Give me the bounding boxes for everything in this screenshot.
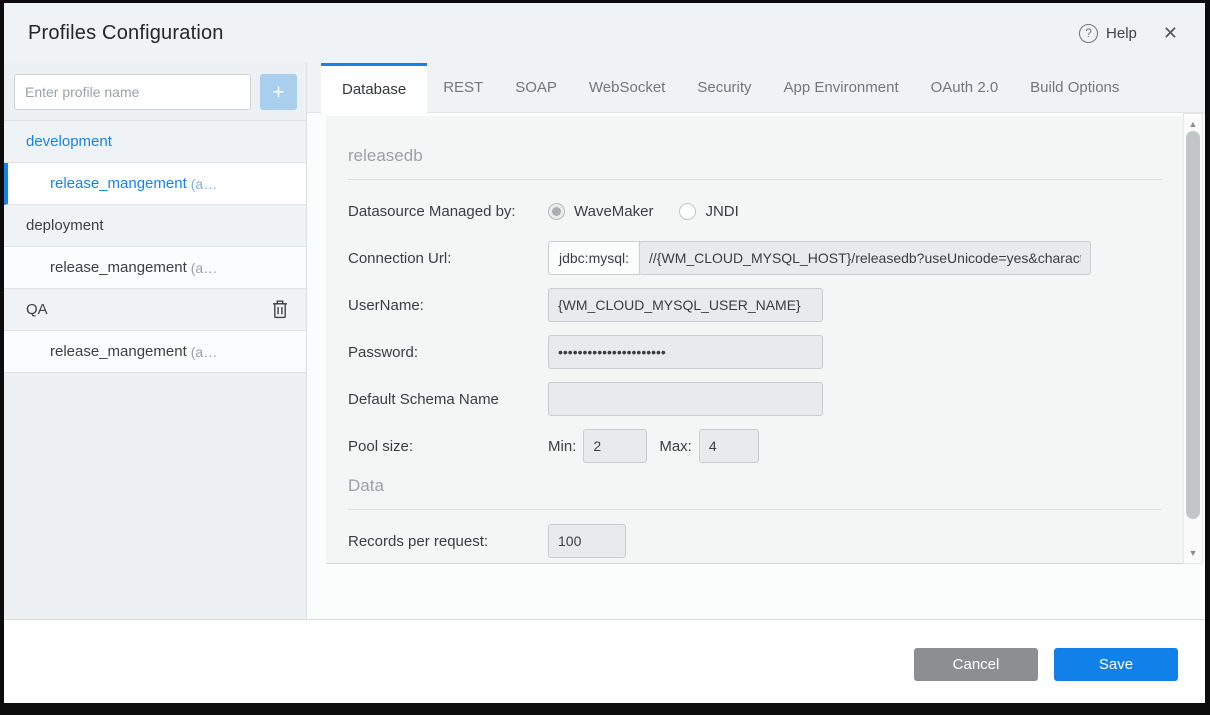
header-actions: ? Help ✕ bbox=[1079, 24, 1178, 43]
connection-url-group: jdbc:mysql: bbox=[548, 241, 1091, 275]
tab-soap[interactable]: SOAP bbox=[499, 63, 573, 112]
records-per-request-input[interactable] bbox=[548, 524, 626, 558]
section-title-data: Data bbox=[348, 476, 1162, 510]
connection-url-input[interactable] bbox=[639, 241, 1091, 275]
section-title-releasedb: releasedb bbox=[348, 146, 1162, 180]
tab-security[interactable]: Security bbox=[681, 63, 767, 112]
profile-search-row: + bbox=[4, 63, 306, 121]
profile-item-suffix: (a… bbox=[191, 260, 217, 276]
profile-item-label: release_mangement bbox=[50, 343, 187, 360]
cancel-button[interactable]: Cancel bbox=[914, 648, 1038, 681]
pool-max-label: Max: bbox=[659, 438, 692, 455]
default-schema-label: Default Schema Name bbox=[348, 391, 548, 408]
connection-url-label: Connection Url: bbox=[348, 250, 548, 267]
scrollbar-thumb[interactable] bbox=[1186, 131, 1200, 519]
profile-name-input[interactable] bbox=[14, 74, 251, 110]
profile-group-label: QA bbox=[26, 301, 48, 318]
pool-max-input[interactable] bbox=[699, 429, 759, 463]
pool-size-label: Pool size: bbox=[348, 438, 548, 455]
tab-oauth[interactable]: OAuth 2.0 bbox=[915, 63, 1015, 112]
records-per-request-row: Records per request: bbox=[348, 524, 1162, 558]
profile-item-label: release_mangement bbox=[50, 259, 187, 276]
help-icon: ? bbox=[1079, 24, 1098, 43]
profile-item-label: release_mangement bbox=[50, 175, 187, 192]
profile-item-suffix: (a… bbox=[191, 176, 217, 192]
sidebar-item-release-mangement-development[interactable]: release_mangement (a… bbox=[4, 163, 306, 205]
save-button[interactable]: Save bbox=[1054, 648, 1178, 681]
default-schema-row: Default Schema Name bbox=[348, 382, 1162, 416]
records-per-request-label: Records per request: bbox=[348, 533, 548, 550]
vertical-scrollbar[interactable]: ▲ ▼ bbox=[1183, 113, 1203, 564]
profile-group-label: development bbox=[26, 133, 112, 150]
radio-wavemaker-label: WaveMaker bbox=[574, 203, 653, 220]
close-icon[interactable]: ✕ bbox=[1163, 24, 1178, 42]
datasource-radio-group: WaveMaker JNDI bbox=[548, 203, 739, 220]
add-profile-button[interactable]: + bbox=[260, 74, 297, 110]
tab-database[interactable]: Database bbox=[321, 63, 427, 113]
dialog-footer: Cancel Save bbox=[4, 620, 1205, 703]
connection-url-prefix: jdbc:mysql: bbox=[548, 241, 640, 275]
sidebar-item-deployment[interactable]: deployment bbox=[4, 205, 306, 247]
radio-unselected-icon bbox=[679, 203, 696, 220]
pool-min-label: Min: bbox=[548, 438, 576, 455]
tab-build-options[interactable]: Build Options bbox=[1014, 63, 1135, 112]
radio-wavemaker[interactable]: WaveMaker bbox=[548, 203, 653, 220]
connection-url-row: Connection Url: jdbc:mysql: bbox=[348, 241, 1162, 275]
password-row: Password: bbox=[348, 335, 1162, 369]
sidebar-item-qa[interactable]: QA bbox=[4, 289, 306, 331]
pool-size-row: Pool size: Min: Max: bbox=[348, 429, 1162, 463]
page-title: Profiles Configuration bbox=[28, 22, 224, 45]
radio-jndi-label: JNDI bbox=[705, 203, 738, 220]
scroll-down-icon[interactable]: ▼ bbox=[1184, 548, 1202, 558]
help-label: Help bbox=[1106, 25, 1137, 42]
username-row: UserName: bbox=[348, 288, 1162, 322]
profile-item-suffix: (a… bbox=[191, 344, 217, 360]
tab-app-environment[interactable]: App Environment bbox=[768, 63, 915, 112]
radio-jndi[interactable]: JNDI bbox=[679, 203, 738, 220]
dialog-body: + development release_mangement (a… depl… bbox=[4, 63, 1205, 620]
dialog-header: Profiles Configuration ? Help ✕ bbox=[4, 3, 1205, 63]
username-input[interactable] bbox=[548, 288, 823, 322]
scroll-up-icon[interactable]: ▲ bbox=[1184, 119, 1202, 129]
password-input[interactable] bbox=[548, 335, 823, 369]
pool-min-input[interactable] bbox=[583, 429, 647, 463]
database-tab-pane: releasedb Datasource Managed by: WaveMak… bbox=[307, 113, 1205, 619]
tab-websocket[interactable]: WebSocket bbox=[573, 63, 681, 112]
sidebar-item-development[interactable]: development bbox=[4, 121, 306, 163]
sidebar-item-release-mangement-qa[interactable]: release_mangement (a… bbox=[4, 331, 306, 373]
help-button[interactable]: ? Help bbox=[1079, 24, 1137, 43]
username-label: UserName: bbox=[348, 297, 548, 314]
tab-rest[interactable]: REST bbox=[427, 63, 499, 112]
datasource-managed-by-row: Datasource Managed by: WaveMaker JNDI bbox=[348, 194, 1162, 228]
sidebar-item-release-mangement-deployment[interactable]: release_mangement (a… bbox=[4, 247, 306, 289]
profile-list: development release_mangement (a… deploy… bbox=[4, 121, 306, 373]
default-schema-input[interactable] bbox=[548, 382, 823, 416]
password-label: Password: bbox=[348, 344, 548, 361]
profiles-sidebar: + development release_mangement (a… depl… bbox=[4, 63, 307, 619]
profile-tabs: Database REST SOAP WebSocket Security Ap… bbox=[307, 63, 1205, 113]
profiles-configuration-dialog: Profiles Configuration ? Help ✕ + develo… bbox=[4, 3, 1205, 703]
delete-profile-icon[interactable] bbox=[272, 300, 288, 319]
profile-content: Database REST SOAP WebSocket Security Ap… bbox=[307, 63, 1205, 619]
radio-selected-icon bbox=[548, 203, 565, 220]
datasource-managed-by-label: Datasource Managed by: bbox=[348, 203, 548, 220]
database-config-panel: releasedb Datasource Managed by: WaveMak… bbox=[326, 116, 1184, 564]
profile-group-label: deployment bbox=[26, 217, 104, 234]
